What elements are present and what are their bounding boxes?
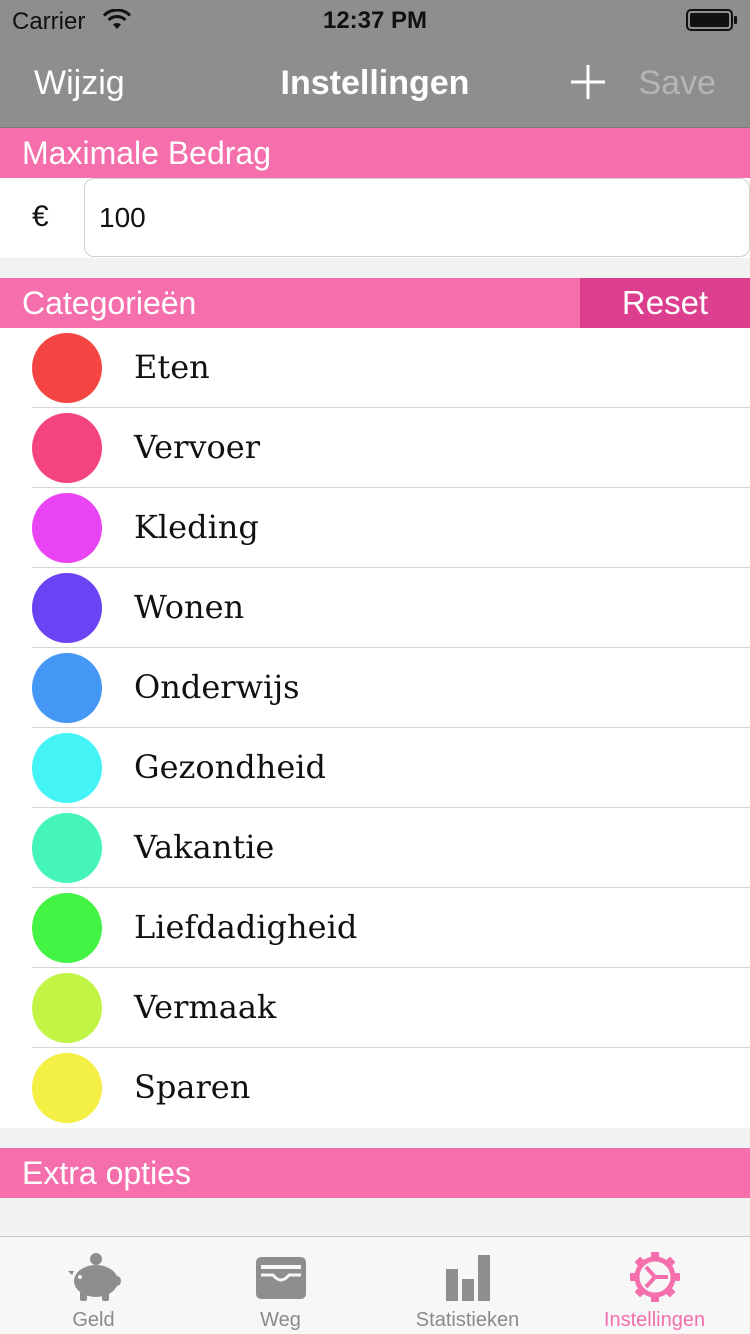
battery-icon: [686, 9, 737, 31]
category-row-kleding[interactable]: Kleding: [0, 488, 750, 568]
status-bar: Carrier 12:37 PM: [0, 0, 750, 40]
tab-label: Weg: [260, 1309, 301, 1331]
tab-statistieken[interactable]: Statistieken: [374, 1237, 561, 1334]
category-name: Vermaak: [134, 988, 277, 1026]
page-title: Instellingen: [280, 64, 470, 102]
category-name: Onderwijs: [134, 668, 300, 706]
tab-geld[interactable]: Geld: [0, 1237, 187, 1334]
tab-instellingen[interactable]: Instellingen: [561, 1237, 748, 1334]
category-row-onderwijs[interactable]: Onderwijs: [0, 648, 750, 728]
tab-label: Geld: [72, 1309, 115, 1331]
max-amount-header: Maximale Bedrag: [0, 128, 750, 178]
category-row-vermaak[interactable]: Vermaak: [0, 968, 750, 1048]
category-color-dot: [32, 893, 102, 963]
category-row-wonen[interactable]: Wonen: [0, 568, 750, 648]
settings-screen: Carrier 12:37 PM Wijzig Instellingen Sav…: [0, 0, 750, 1334]
category-row-vervoer[interactable]: Vervoer: [0, 408, 750, 488]
category-color-dot: [32, 973, 102, 1043]
category-row-gezondheid[interactable]: Gezondheid: [0, 728, 750, 808]
category-color-dot: [32, 1053, 102, 1123]
max-amount-row: €: [0, 178, 750, 258]
category-name: Gezondheid: [134, 748, 326, 786]
category-name: Kleding: [134, 508, 259, 546]
tab-bar: Geld Weg Statistieken Instellingen: [0, 1236, 750, 1334]
category-color-dot: [32, 573, 102, 643]
category-name: Sparen: [134, 1068, 251, 1106]
category-row-liefdadigheid[interactable]: Liefdadigheid: [0, 888, 750, 968]
clock: 12:37 PM: [322, 7, 428, 34]
category-list: Eten Vervoer Kleding Wonen Onderwijs Gez…: [0, 328, 750, 1128]
piggy-bank-icon: [67, 1253, 121, 1301]
category-name: Vervoer: [134, 428, 260, 466]
max-amount-input[interactable]: [84, 178, 750, 257]
categories-header-label: Categorieën: [22, 285, 197, 321]
category-color-dot: [32, 333, 102, 403]
category-color-dot: [32, 653, 102, 723]
extra-options-area: [0, 1216, 750, 1236]
tab-label: Instellingen: [603, 1309, 706, 1331]
category-row-eten[interactable]: Eten: [0, 328, 750, 408]
category-color-dot: [32, 813, 102, 883]
category-color-dot: [32, 413, 102, 483]
category-name: Wonen: [134, 588, 245, 626]
tab-label: Statistieken: [415, 1309, 520, 1331]
extra-options-header: Extra opties: [0, 1148, 750, 1198]
category-color-dot: [32, 733, 102, 803]
category-name: Vakantie: [134, 828, 275, 866]
reset-button[interactable]: Reset: [580, 278, 750, 328]
gear-icon: [629, 1252, 680, 1302]
category-row-sparen[interactable]: Sparen: [0, 1048, 750, 1128]
currency-symbol: €: [32, 200, 49, 233]
category-name: Eten: [134, 348, 210, 386]
category-row-vakantie[interactable]: Vakantie: [0, 808, 750, 888]
max-amount-header-label: Maximale Bedrag: [22, 135, 271, 171]
category-color-dot: [32, 493, 102, 563]
bar-chart-icon: [445, 1255, 490, 1301]
save-button[interactable]: Save: [639, 64, 717, 103]
category-name: Liefdadigheid: [134, 908, 358, 946]
categories-header: Categorieën Reset: [0, 278, 750, 328]
navigation-bar: Wijzig Instellingen Save: [0, 40, 750, 128]
add-icon[interactable]: [568, 62, 608, 102]
wallet-icon: [255, 1257, 306, 1299]
extra-options-header-label: Extra opties: [22, 1155, 191, 1191]
tab-weg[interactable]: Weg: [187, 1237, 374, 1334]
